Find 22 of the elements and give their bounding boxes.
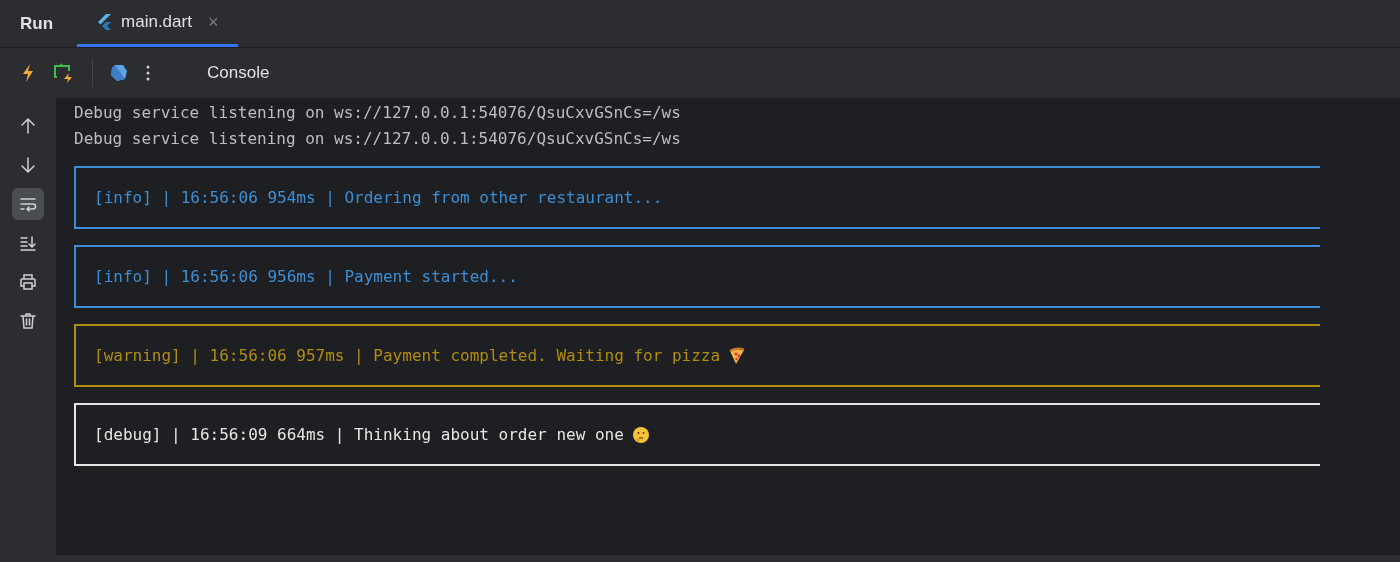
log-message: [debug] | 16:56:09 664ms | Thinking about order new one [94, 423, 624, 446]
scroll-to-end-icon [18, 233, 38, 253]
panel-title: Run [20, 12, 54, 35]
log-message: [warning] | 16:56:06 957ms | Payment completed. Waiting for pizza [94, 344, 721, 367]
file-tab[interactable]: main.dart × [77, 0, 239, 47]
tab-label: main.dart [121, 11, 192, 34]
more-icon[interactable] [145, 63, 151, 83]
arrow-up-icon [18, 116, 38, 136]
print-icon [18, 272, 38, 292]
pizza-slice-icon [728, 346, 747, 365]
log-message: [info] | 16:56:06 956ms | Payment started... [94, 265, 518, 288]
thinking-face-icon [631, 425, 650, 444]
console-tool-button[interactable] [12, 188, 44, 220]
arrow-down-icon [18, 155, 38, 175]
console-line: Debug service listening on ws://127.0.0.1:54076/QsuCxvGSnCs=/ws [74, 128, 682, 150]
log-message: [info] | 16:56:06 954ms | Ordering from other restaurant... [94, 186, 663, 209]
console-line: Debug service listening on ws://127.0.0.1:54076/QsuCxvGSnCs=/ws [74, 102, 682, 124]
trash-icon [18, 311, 38, 331]
dart-devtools-icon[interactable] [109, 63, 129, 83]
flutter-logo-icon [97, 13, 114, 31]
lightning-icon[interactable] [20, 63, 36, 83]
console-label[interactable]: Console [207, 60, 270, 86]
